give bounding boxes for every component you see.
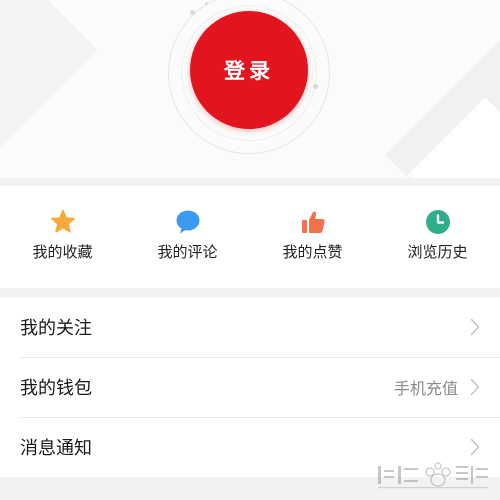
ring-dot — [190, 10, 195, 15]
clock-icon — [425, 210, 450, 234]
quick-action-label: 我的点赞 — [282, 243, 343, 261]
menu-item-notifications[interactable]: 消息通知 — [0, 417, 500, 477]
quick-action-label: 浏览历史 — [407, 243, 468, 261]
thumbs-up-icon — [301, 211, 325, 233]
menu-item-label: 我的关注 — [20, 318, 92, 339]
chevron-right-icon — [470, 438, 480, 456]
menu-item-label: 我的钱包 — [20, 378, 92, 399]
login-button[interactable]: 登录 — [190, 11, 308, 129]
menu-item-following[interactable]: 我的关注 — [0, 297, 500, 357]
profile-header: 登录 — [0, 0, 500, 178]
quick-action-label: 我的收藏 — [32, 243, 93, 261]
quick-action-history[interactable]: 浏览历史 — [375, 186, 500, 288]
menu-item-label: 消息通知 — [20, 438, 92, 459]
menu-list: 我的关注 我的钱包 手机充值 消息通知 — [0, 297, 500, 477]
comment-bubble-icon — [176, 210, 199, 234]
menu-item-wallet[interactable]: 我的钱包 手机充值 — [0, 357, 500, 417]
quick-action-comments[interactable]: 我的评论 — [125, 186, 250, 288]
chevron-right-icon — [470, 318, 480, 336]
quick-action-likes[interactable]: 我的点赞 — [250, 186, 375, 288]
quick-actions-bar: 我的收藏 我的评论 我的点赞 浏览历史 — [0, 186, 500, 288]
ring-dot — [313, 84, 318, 89]
profile-page: 登录 我的收藏 我的评论 我的点赞 浏览历史 我的关注 我的钱包 手机充值 消息… — [0, 0, 500, 500]
star-icon — [50, 209, 75, 233]
quick-action-label: 我的评论 — [157, 243, 218, 261]
chevron-right-icon — [470, 378, 480, 396]
mobile-recharge-hint: 手机充值 — [393, 379, 458, 398]
quick-action-favorites[interactable]: 我的收藏 — [0, 186, 125, 288]
ring-dot — [205, 2, 208, 5]
header-decoration-left — [0, 0, 98, 178]
